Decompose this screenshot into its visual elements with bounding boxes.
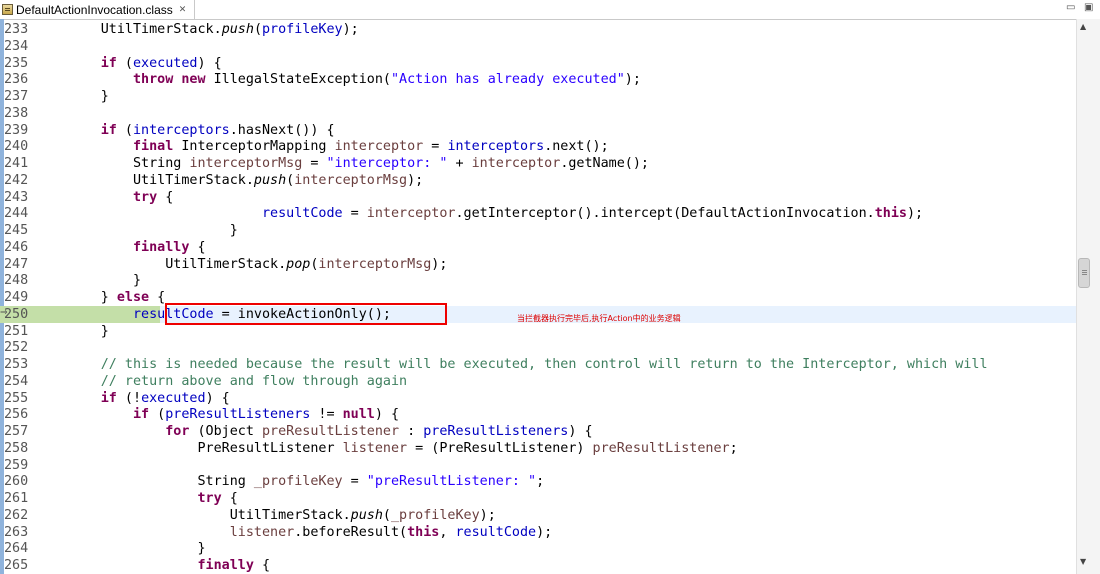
code-line[interactable]: 249 } else { (0, 289, 1076, 306)
code-text: UtilTimerStack.push(profileKey); (100, 22, 359, 37)
annotation-text: 当拦截器执行完毕后,执行Action中的业务逻辑 (517, 314, 681, 323)
code-text: if (executed) { (100, 55, 222, 71)
line-number: 234 (4, 38, 29, 54)
code-line[interactable]: 243 try { (0, 189, 1076, 206)
scrollbar-thumb[interactable] (1078, 258, 1090, 288)
code-text: finally { (197, 558, 271, 573)
code-line[interactable]: 246 finally { (0, 239, 1076, 256)
code-text: listener.beforeResult(this, resultCode); (229, 524, 553, 540)
tab-label: DefaultActionInvocation.class (16, 2, 173, 17)
code-text: String interceptorMsg = "interceptor: " … (4, 156, 649, 171)
class-file-icon (2, 4, 13, 15)
scroll-up-icon[interactable]: ▲ (1080, 22, 1086, 31)
code-text: if (!executed) { (100, 390, 230, 406)
highlight-box (165, 303, 447, 325)
vertical-scrollbar[interactable] (1076, 19, 1100, 574)
code-line[interactable]: 265 finally { (0, 557, 1076, 574)
code-line[interactable]: 257 for (Object preResultListener : preR… (0, 423, 1076, 440)
code-text: } (4, 89, 109, 104)
code-text: } (4, 223, 238, 238)
code-text: final InterceptorMapping interceptor = i… (133, 139, 609, 155)
code-line[interactable]: 233 UtilTimerStack.push(profileKey); (0, 21, 1076, 38)
code-line[interactable]: 252 (0, 339, 1076, 356)
code-text: } (4, 541, 206, 557)
code-text: try { (133, 189, 174, 205)
code-line[interactable]: 242 UtilTimerStack.push(interceptorMsg); (0, 172, 1076, 189)
line-number: 259 (4, 457, 29, 473)
code-line[interactable]: 254 // return above and flow through aga… (0, 373, 1076, 390)
code-text: UtilTimerStack.push(interceptorMsg); (4, 172, 424, 188)
code-text: // this is needed because the result wil… (100, 357, 988, 372)
code-text: resultCode = interceptor.getInterceptor(… (261, 206, 924, 222)
editor-tab-bar: DefaultActionInvocation.class ✕ ▭ ▣ (0, 0, 1100, 20)
code-line[interactable]: 247 UtilTimerStack.pop(interceptorMsg); (0, 256, 1076, 273)
code-line[interactable]: 263 listener.beforeResult(this, resultCo… (0, 524, 1076, 541)
code-text: try { (197, 491, 238, 506)
code-line[interactable]: 241 String interceptorMsg = "interceptor… (0, 155, 1076, 172)
code-line[interactable]: 234 (0, 38, 1076, 55)
code-text: } (4, 273, 142, 289)
code-text: throw new IllegalStateException("Action … (133, 72, 641, 88)
code-line[interactable]: 235 if (executed) { (0, 55, 1076, 72)
code-line[interactable]: 255 if (!executed) { (0, 390, 1076, 407)
code-line[interactable]: 256 if (preResultListeners != null) { (0, 406, 1076, 423)
line-number: 238 (4, 105, 29, 121)
code-text: for (Object preResultListener : preResul… (165, 424, 593, 439)
editor-tab[interactable]: DefaultActionInvocation.class ✕ (0, 0, 196, 19)
code-text: UtilTimerStack.push(_profileKey); (4, 507, 496, 523)
code-line[interactable]: 258 PreResultListener listener = (PreRes… (0, 440, 1076, 457)
code-editor[interactable]: 233 UtilTimerStack.push(profileKey); 234 2… (0, 21, 1076, 574)
code-line[interactable]: 240 final InterceptorMapping interceptor… (0, 138, 1076, 155)
code-line[interactable]: 259 (0, 457, 1076, 474)
code-text: } else { (4, 290, 166, 305)
code-line[interactable]: 238 (0, 105, 1076, 122)
close-icon[interactable]: ✕ (179, 5, 187, 15)
code-text: finally { (133, 239, 206, 255)
code-line[interactable]: 264 } (0, 540, 1076, 557)
code-text: PreResultListener listener = (PreResultL… (4, 440, 738, 456)
code-text: } (4, 323, 109, 339)
code-line[interactable]: 248 } (0, 272, 1076, 289)
code-text: if (preResultListeners != null) { (133, 407, 400, 423)
scroll-down-icon[interactable]: ▼ (1080, 557, 1086, 566)
maximize-icon[interactable]: ▣ (1084, 2, 1093, 13)
code-text: String _profileKey = "preResultListener:… (4, 474, 545, 490)
code-line[interactable]: 236 throw new IllegalStateException("Act… (0, 71, 1076, 88)
line-number: 252 (4, 340, 29, 356)
code-text: if (interceptors.hasNext()) { (100, 122, 335, 138)
code-line[interactable]: 239 if (interceptors.hasNext()) { (0, 122, 1076, 139)
code-line[interactable]: 262 UtilTimerStack.push(_profileKey); (0, 507, 1076, 524)
code-line[interactable]: 261 try { (0, 490, 1076, 507)
code-line[interactable]: 244 resultCode = interceptor.getIntercep… (0, 205, 1076, 222)
code-line[interactable]: 237 } (0, 88, 1076, 105)
debug-arrow-icon: ⇒ (0, 308, 8, 318)
code-line[interactable]: 245 } (0, 222, 1076, 239)
code-line[interactable]: 260 String _profileKey = "preResultListe… (0, 473, 1076, 490)
code-text: UtilTimerStack.pop(interceptorMsg); (4, 256, 448, 272)
minimize-icon[interactable]: ▭ (1066, 2, 1075, 13)
code-text: // return above and flow through again (100, 373, 408, 389)
code-line[interactable]: 253 // this is needed because the result… (0, 356, 1076, 373)
code-line[interactable]: 251 } (0, 323, 1076, 340)
